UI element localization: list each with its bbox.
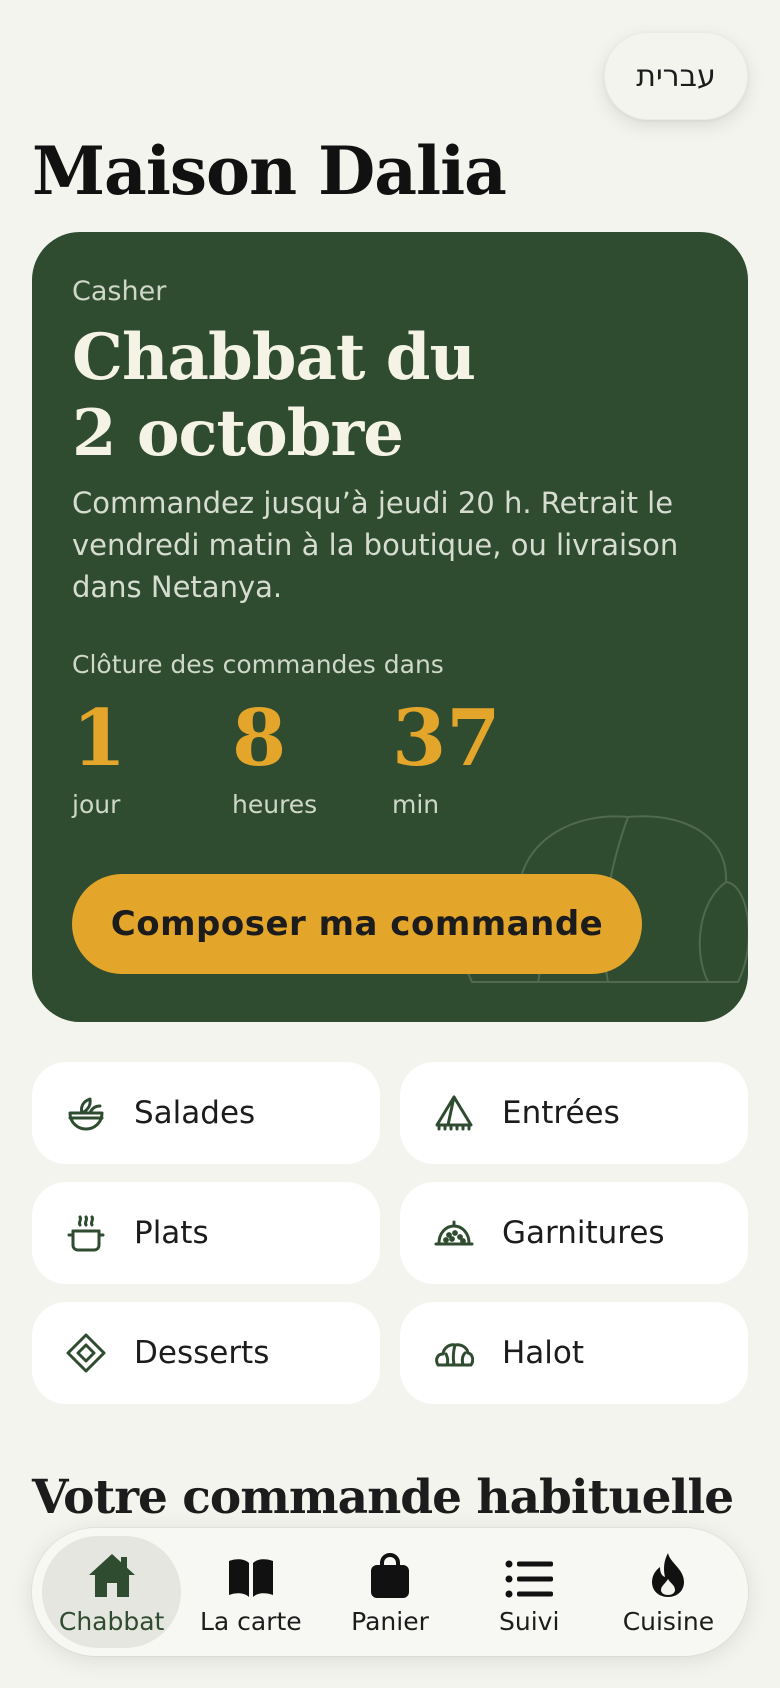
countdown-minutes-unit: min: [392, 790, 440, 819]
category-entrees[interactable]: Entrées: [400, 1062, 748, 1164]
countdown-minutes-value: 37: [392, 693, 501, 784]
pot-icon: [66, 1213, 106, 1253]
hero-title-line-2: 2 octobre: [72, 396, 404, 471]
bag-icon: [369, 1549, 411, 1599]
hero-eyebrow: Casher: [72, 276, 167, 307]
list-icon: [505, 1549, 554, 1599]
countdown-days-unit: jour: [72, 790, 121, 819]
category-label: Halot: [502, 1335, 585, 1371]
nav-item-suivi[interactable]: Suivi: [460, 1536, 599, 1648]
diamond-icon: [66, 1333, 106, 1373]
hero-title-line-1: Chabbat du: [72, 320, 476, 395]
countdown-hours: 8 heures: [232, 693, 318, 820]
category-desserts[interactable]: Desserts: [32, 1302, 380, 1404]
nav-label: Suivi: [499, 1606, 560, 1636]
salad-bowl-icon: [66, 1093, 106, 1133]
countdown-hours-unit: heures: [232, 790, 318, 819]
countdown-minutes: 37 min: [392, 693, 501, 820]
book-icon: [227, 1549, 275, 1599]
category-halot[interactable]: Halot: [400, 1302, 748, 1404]
category-garnitures[interactable]: Garnitures: [400, 1182, 748, 1284]
pastry-triangle-icon: [434, 1093, 474, 1133]
nav-item-la-carte[interactable]: La carte: [181, 1536, 320, 1648]
hero-description: Commandez jusqu’à jeudi 20 h. Retrait le…: [72, 486, 679, 604]
nav-label: Chabbat: [58, 1606, 165, 1636]
nav-label: Panier: [351, 1606, 429, 1636]
nav-item-chabbat[interactable]: Chabbat: [42, 1536, 182, 1648]
category-salades[interactable]: Salades: [32, 1062, 380, 1164]
home-icon: [87, 1549, 137, 1599]
countdown-days: 1 jour: [72, 693, 127, 820]
bottom-nav: Chabbat La carte Panier Suivi Cuisine: [32, 1528, 748, 1656]
category-label: Entrées: [502, 1095, 620, 1131]
brand-title: Maison Dalia: [32, 132, 507, 210]
compose-order-button[interactable]: Composer ma commande: [72, 874, 642, 974]
category-label: Garnitures: [502, 1215, 665, 1251]
countdown-label: Clôture des commandes dans: [72, 650, 444, 679]
language-toggle-button[interactable]: עברית: [604, 32, 748, 120]
nav-item-panier[interactable]: Panier: [320, 1536, 459, 1648]
category-plats[interactable]: Plats: [32, 1182, 380, 1284]
challah-icon: [434, 1333, 474, 1373]
countdown-days-value: 1: [72, 693, 127, 784]
dish-cover-icon: [434, 1213, 474, 1253]
category-label: Salades: [134, 1095, 256, 1131]
nav-label: La carte: [199, 1606, 302, 1636]
category-label: Desserts: [134, 1335, 270, 1371]
hero-card: Casher Chabbat du 2 octobre Commandez ju…: [32, 232, 748, 1022]
countdown-hours-value: 8: [232, 693, 287, 784]
hero-title: Chabbat du 2 octobre: [72, 320, 632, 472]
nav-item-cuisine[interactable]: Cuisine: [599, 1536, 738, 1648]
flame-icon: [648, 1549, 688, 1599]
nav-label: Cuisine: [622, 1606, 715, 1636]
usual-order-title: Votre commande habituelle: [32, 1470, 734, 1525]
category-label: Plats: [134, 1215, 209, 1251]
